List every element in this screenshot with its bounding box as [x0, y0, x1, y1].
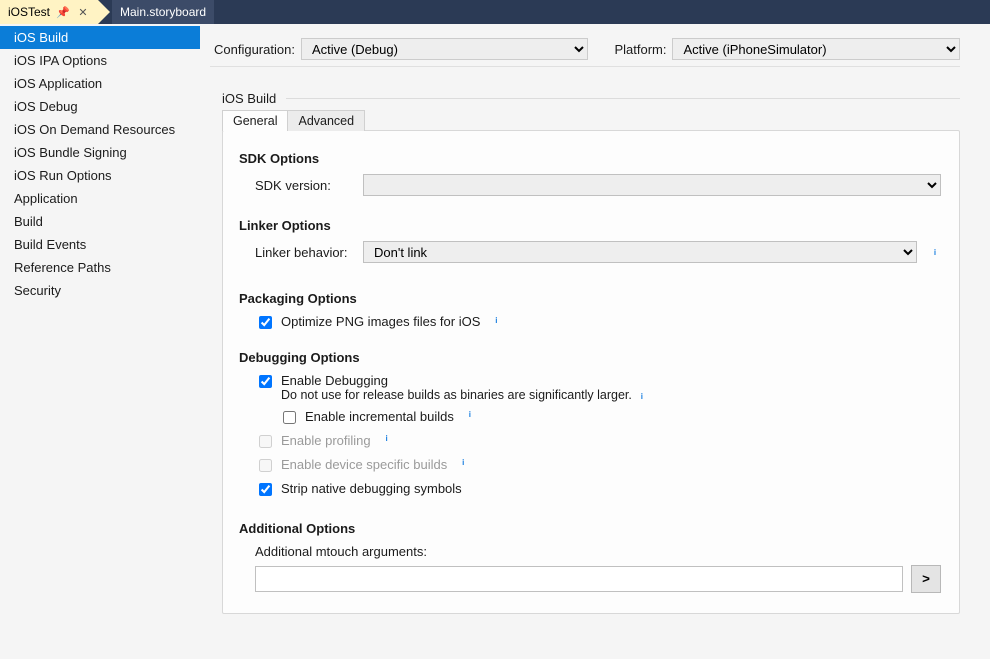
sidebar-item-ios-ipa-options[interactable]: iOS IPA Options — [0, 49, 200, 72]
enable-profiling-row: Enable profiling i — [255, 433, 941, 451]
info-icon[interactable]: i — [381, 433, 393, 445]
mtouch-expand-button[interactable]: > — [911, 565, 941, 593]
info-icon[interactable]: i — [636, 391, 648, 403]
enable-profiling-label: Enable profiling — [281, 433, 371, 448]
section-title-row: iOS Build — [222, 91, 960, 106]
additional-options-header: Additional Options — [239, 521, 941, 536]
sidebar-item-ios-run-options[interactable]: iOS Run Options — [0, 164, 200, 187]
platform-label: Platform: — [614, 42, 666, 57]
strip-symbols-checkbox[interactable] — [259, 483, 272, 496]
platform-select[interactable]: Active (iPhoneSimulator) — [672, 38, 960, 60]
packaging-options-header: Packaging Options — [239, 291, 941, 306]
sidebar-item-reference-paths[interactable]: Reference Paths — [0, 256, 200, 279]
tab-label: Main.storyboard — [120, 5, 206, 19]
tab-label: iOSTest — [8, 5, 50, 19]
sidebar-item-ios-application[interactable]: iOS Application — [0, 72, 200, 95]
sidebar-item-ios-bundle-signing[interactable]: iOS Bundle Signing — [0, 141, 200, 164]
linker-behavior-select[interactable]: Don't link — [363, 241, 917, 263]
enable-debugging-label: Enable Debugging Do not use for release … — [281, 373, 648, 403]
enable-debugging-title: Enable Debugging — [281, 373, 388, 388]
info-icon[interactable]: i — [464, 409, 476, 421]
enable-incremental-label: Enable incremental builds — [305, 409, 454, 424]
enable-device-specific-row: Enable device specific builds i — [255, 457, 941, 475]
linker-behavior-label: Linker behavior: — [255, 245, 355, 260]
tab-storyboard[interactable]: Main.storyboard — [112, 0, 214, 24]
main-area: iOS BuildiOS IPA OptionsiOS Applicationi… — [0, 24, 990, 659]
section-title-line — [286, 98, 960, 99]
linker-options-header: Linker Options — [239, 218, 941, 233]
sidebar-item-ios-build[interactable]: iOS Build — [0, 26, 200, 49]
sdk-version-label: SDK version: — [255, 178, 355, 193]
sidebar-item-application[interactable]: Application — [0, 187, 200, 210]
content-pane: Configuration: Active (Debug) Platform: … — [200, 24, 990, 659]
info-icon[interactable]: i — [490, 314, 502, 326]
enable-debugging-checkbox[interactable] — [259, 375, 272, 388]
tab-iostest[interactable]: iOSTest 📌 ✕ — [0, 0, 98, 24]
mtouch-label: Additional mtouch arguments: — [255, 544, 427, 559]
sdk-version-select[interactable] — [363, 174, 941, 196]
sidebar-item-build[interactable]: Build — [0, 210, 200, 233]
enable-incremental-checkbox[interactable] — [283, 411, 296, 424]
enable-debugging-row: Enable Debugging Do not use for release … — [255, 373, 941, 403]
strip-symbols-label: Strip native debugging symbols — [281, 481, 462, 496]
enable-profiling-checkbox — [259, 435, 272, 448]
sidebar-item-ios-on-demand-resources[interactable]: iOS On Demand Resources — [0, 118, 200, 141]
enable-debugging-sub: Do not use for release builds as binarie… — [281, 388, 648, 403]
subtabs: General Advanced — [222, 110, 960, 131]
divider — [210, 66, 960, 67]
sdk-options-header: SDK Options — [239, 151, 941, 166]
section-title: iOS Build — [222, 91, 276, 106]
close-icon[interactable]: ✕ — [76, 5, 90, 19]
settings-sidebar: iOS BuildiOS IPA OptionsiOS Applicationi… — [0, 24, 200, 659]
sidebar-item-security[interactable]: Security — [0, 279, 200, 302]
sidebar-item-ios-debug[interactable]: iOS Debug — [0, 95, 200, 118]
linker-behavior-row: Linker behavior: Don't link i — [255, 241, 941, 263]
optimize-png-label: Optimize PNG images files for iOS — [281, 314, 480, 329]
configuration-label: Configuration: — [214, 42, 295, 57]
enable-device-specific-label: Enable device specific builds — [281, 457, 447, 472]
enable-incremental-row: Enable incremental builds i — [279, 409, 941, 427]
mtouch-label-row: Additional mtouch arguments: — [255, 544, 941, 559]
optimize-png-checkbox[interactable] — [259, 316, 272, 329]
strip-symbols-row: Strip native debugging symbols — [255, 481, 941, 499]
subtab-advanced[interactable]: Advanced — [287, 110, 365, 131]
optimize-png-checkbox-row: Optimize PNG images files for iOS i — [255, 314, 941, 332]
mtouch-input[interactable] — [255, 566, 903, 592]
subtab-general[interactable]: General — [222, 110, 288, 131]
sdk-version-row: SDK version: — [255, 174, 941, 196]
info-icon[interactable]: i — [929, 246, 941, 258]
options-panel: SDK Options SDK version: Linker Options … — [222, 130, 960, 614]
mtouch-input-row: > — [255, 565, 941, 593]
config-platform-row: Configuration: Active (Debug) Platform: … — [210, 38, 960, 60]
debugging-options-header: Debugging Options — [239, 350, 941, 365]
pin-icon[interactable]: 📌 — [56, 5, 70, 19]
info-icon[interactable]: i — [457, 457, 469, 469]
document-tabbar: iOSTest 📌 ✕ Main.storyboard — [0, 0, 990, 24]
configuration-select[interactable]: Active (Debug) — [301, 38, 589, 60]
enable-device-specific-checkbox — [259, 459, 272, 472]
sidebar-item-build-events[interactable]: Build Events — [0, 233, 200, 256]
